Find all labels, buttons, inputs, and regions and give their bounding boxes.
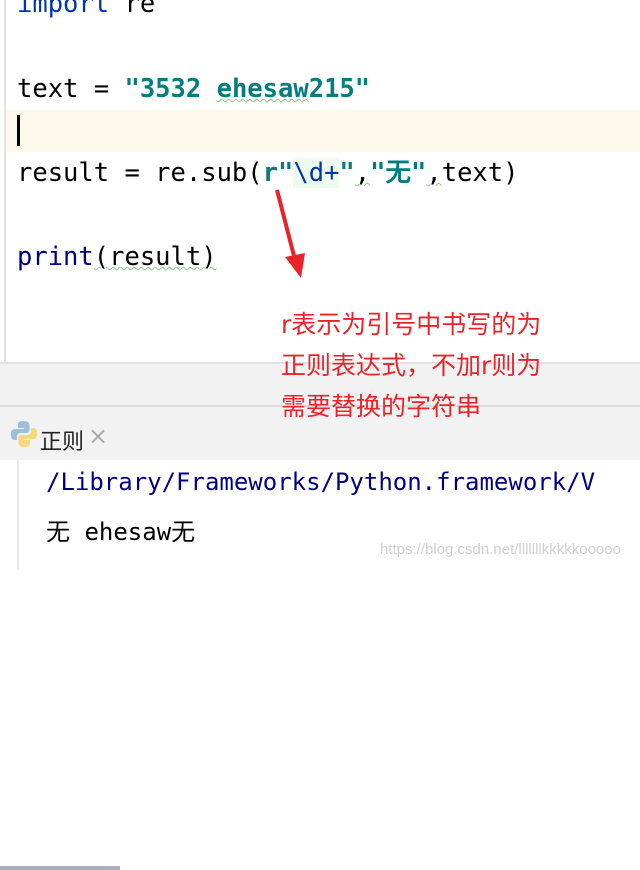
- code-line-text: text = "3532 ehesaw215": [17, 68, 370, 110]
- gutter-divider: [4, 0, 6, 362]
- python-icon: [11, 421, 37, 447]
- output-line-result: 无 ehesaw无: [46, 518, 196, 546]
- assignment: text =: [17, 74, 125, 104]
- string-literal: 215": [308, 74, 371, 104]
- argument: (result): [93, 242, 217, 272]
- comma: ,: [426, 158, 442, 188]
- annotation-line: 正则表达式，不加r则为: [281, 351, 542, 380]
- code-line-print: print(result): [17, 236, 217, 278]
- keyword: import: [17, 0, 110, 19]
- raw-string-prefix: r": [262, 158, 294, 188]
- tab-label: 正则: [40, 430, 85, 455]
- close-icon[interactable]: ×: [88, 422, 108, 450]
- string-literal: "无": [370, 158, 427, 188]
- assignment: result = re.sub(: [17, 158, 263, 188]
- regex-pattern: \d+: [293, 158, 340, 188]
- code-line-import: import re: [17, 0, 155, 25]
- annotation-line: 需要替换的字符串: [281, 392, 482, 421]
- text-caret: [17, 115, 20, 146]
- argument: text): [441, 158, 519, 188]
- string-literal-typo: ehesaw: [216, 74, 309, 104]
- string-quote: ": [339, 158, 355, 188]
- active-tab-indicator: [0, 866, 120, 870]
- module-name: re: [109, 0, 156, 19]
- watermark: https://blog.csdn.net/lllllllkkkkkooooo: [380, 541, 621, 558]
- string-literal: "3532: [124, 74, 217, 104]
- annotation-note: r表示为引号中书写的为 正则表达式，不加r则为 需要替换的字符串: [281, 304, 541, 427]
- output-gutter: [17, 460, 19, 570]
- builtin-function: print: [17, 242, 94, 272]
- comma: ,: [354, 158, 371, 188]
- annotation-arrow: [275, 189, 305, 278]
- current-line-highlight: [6, 110, 640, 152]
- output-line-command: /Library/Frameworks/Python.framework/V: [46, 468, 596, 496]
- annotation-line: r表示为引号中书写的为: [281, 310, 542, 339]
